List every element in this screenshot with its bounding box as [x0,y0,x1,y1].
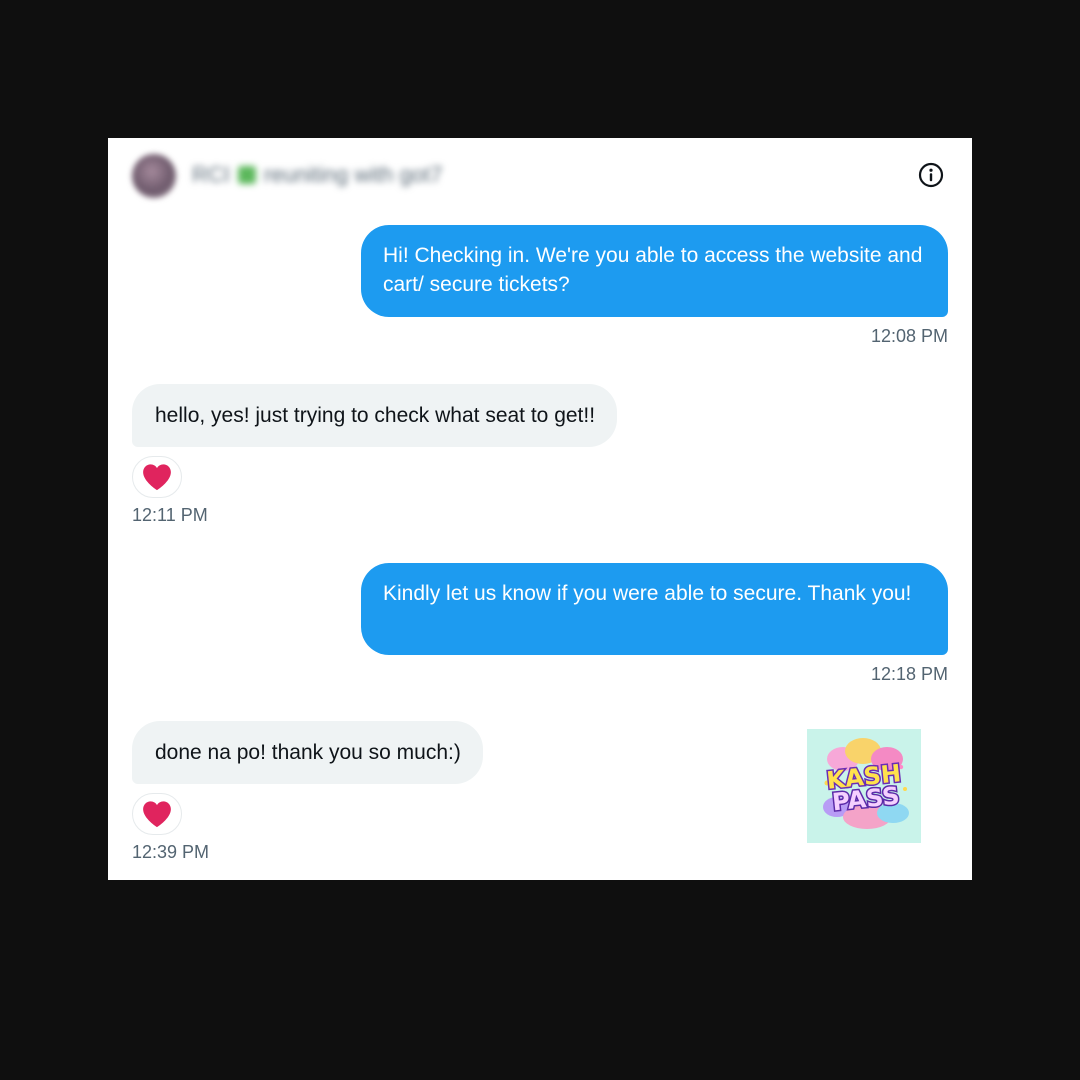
outgoing-message-bubble[interactable]: Kindly let us know if you were able to s… [361,563,948,655]
dm-conversation-panel: RCI reuniting with got7 Hi! Checking in. … [108,138,972,880]
kash-pass-logo-graphic: KASH PASS [823,738,909,829]
conversation-info-button[interactable] [918,162,944,188]
message-timestamp: 12:18 PM [870,664,948,684]
message-text: Kindly let us know if you were able to s… [383,582,912,605]
incoming-message-bubble[interactable]: done na po! thank you so much:) [132,721,483,784]
message-timestamp: 12:11 PM [132,505,208,525]
heart-reaction[interactable] [132,793,182,835]
heart-icon [143,464,171,491]
message-text: Hi! Checking in. We're you able to acces… [383,244,923,296]
avatar[interactable] [132,154,176,198]
header-status-text: reuniting with got7 [263,162,443,187]
message-timestamp: 12:08 PM [870,326,948,346]
message-text: done na po! thank you so much:) [155,741,461,764]
status-emoji-icon [237,166,256,184]
message-text: hello, yes! just trying to check what se… [155,404,596,427]
header-name-text: RCI [192,162,230,187]
heart-icon [143,801,171,828]
kash-pass-logo: KASH PASS [807,729,921,843]
incoming-message-bubble[interactable]: hello, yes! just trying to check what se… [132,384,618,447]
conversation-header: RCI reuniting with got7 [108,138,972,214]
heart-reaction[interactable] [132,456,182,498]
message-timestamp: 12:39 PM [132,842,210,862]
outgoing-message-bubble[interactable]: Hi! Checking in. We're you able to acces… [361,225,948,317]
info-icon [918,162,944,188]
conversation-title[interactable]: RCI reuniting with got7 [192,162,442,188]
